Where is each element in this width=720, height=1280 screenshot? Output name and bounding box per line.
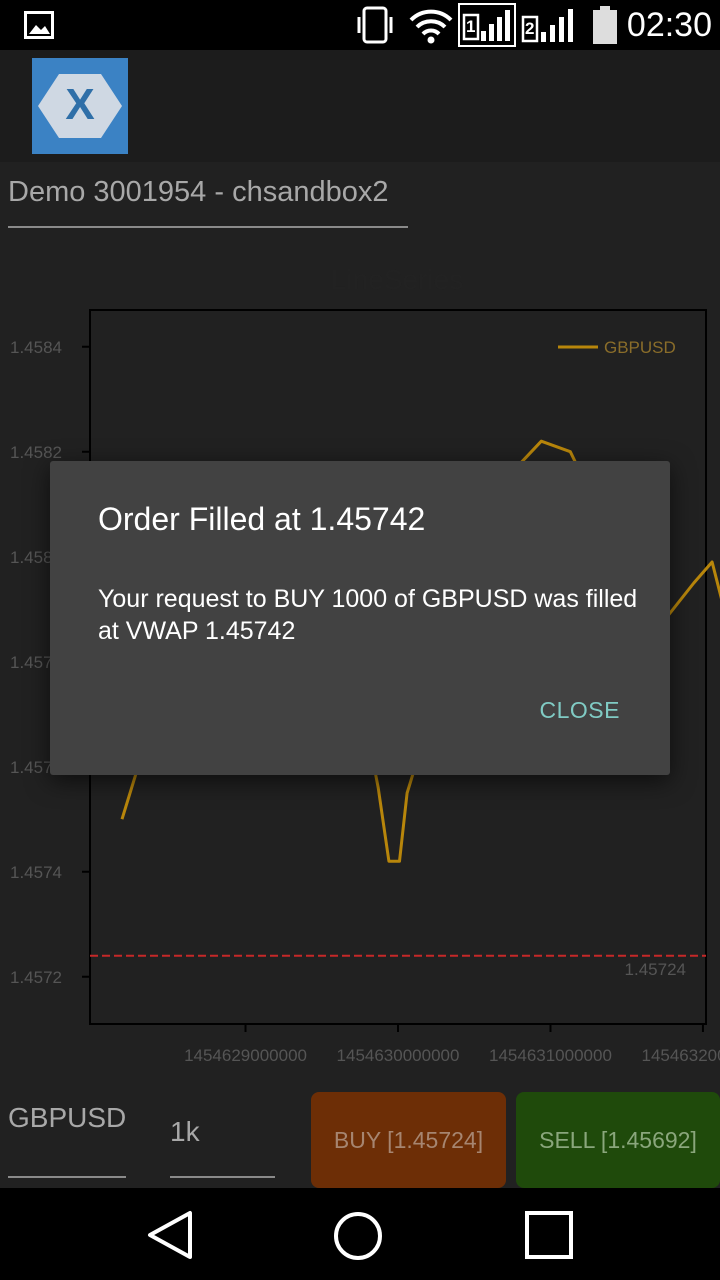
dialog-close-button[interactable]: CLOSE (540, 697, 620, 724)
dialog-title: Order Filled at 1.45742 (98, 501, 426, 537)
home-icon[interactable] (332, 1210, 384, 1262)
dialog-message: Your request to BUY 1000 of GBPUSD was f… (98, 585, 638, 645)
recents-icon[interactable] (524, 1210, 576, 1262)
back-icon[interactable] (146, 1210, 194, 1260)
navigation-bar (0, 1188, 720, 1280)
order-filled-dialog: Order Filled at 1.45742 Your request to … (50, 461, 670, 775)
